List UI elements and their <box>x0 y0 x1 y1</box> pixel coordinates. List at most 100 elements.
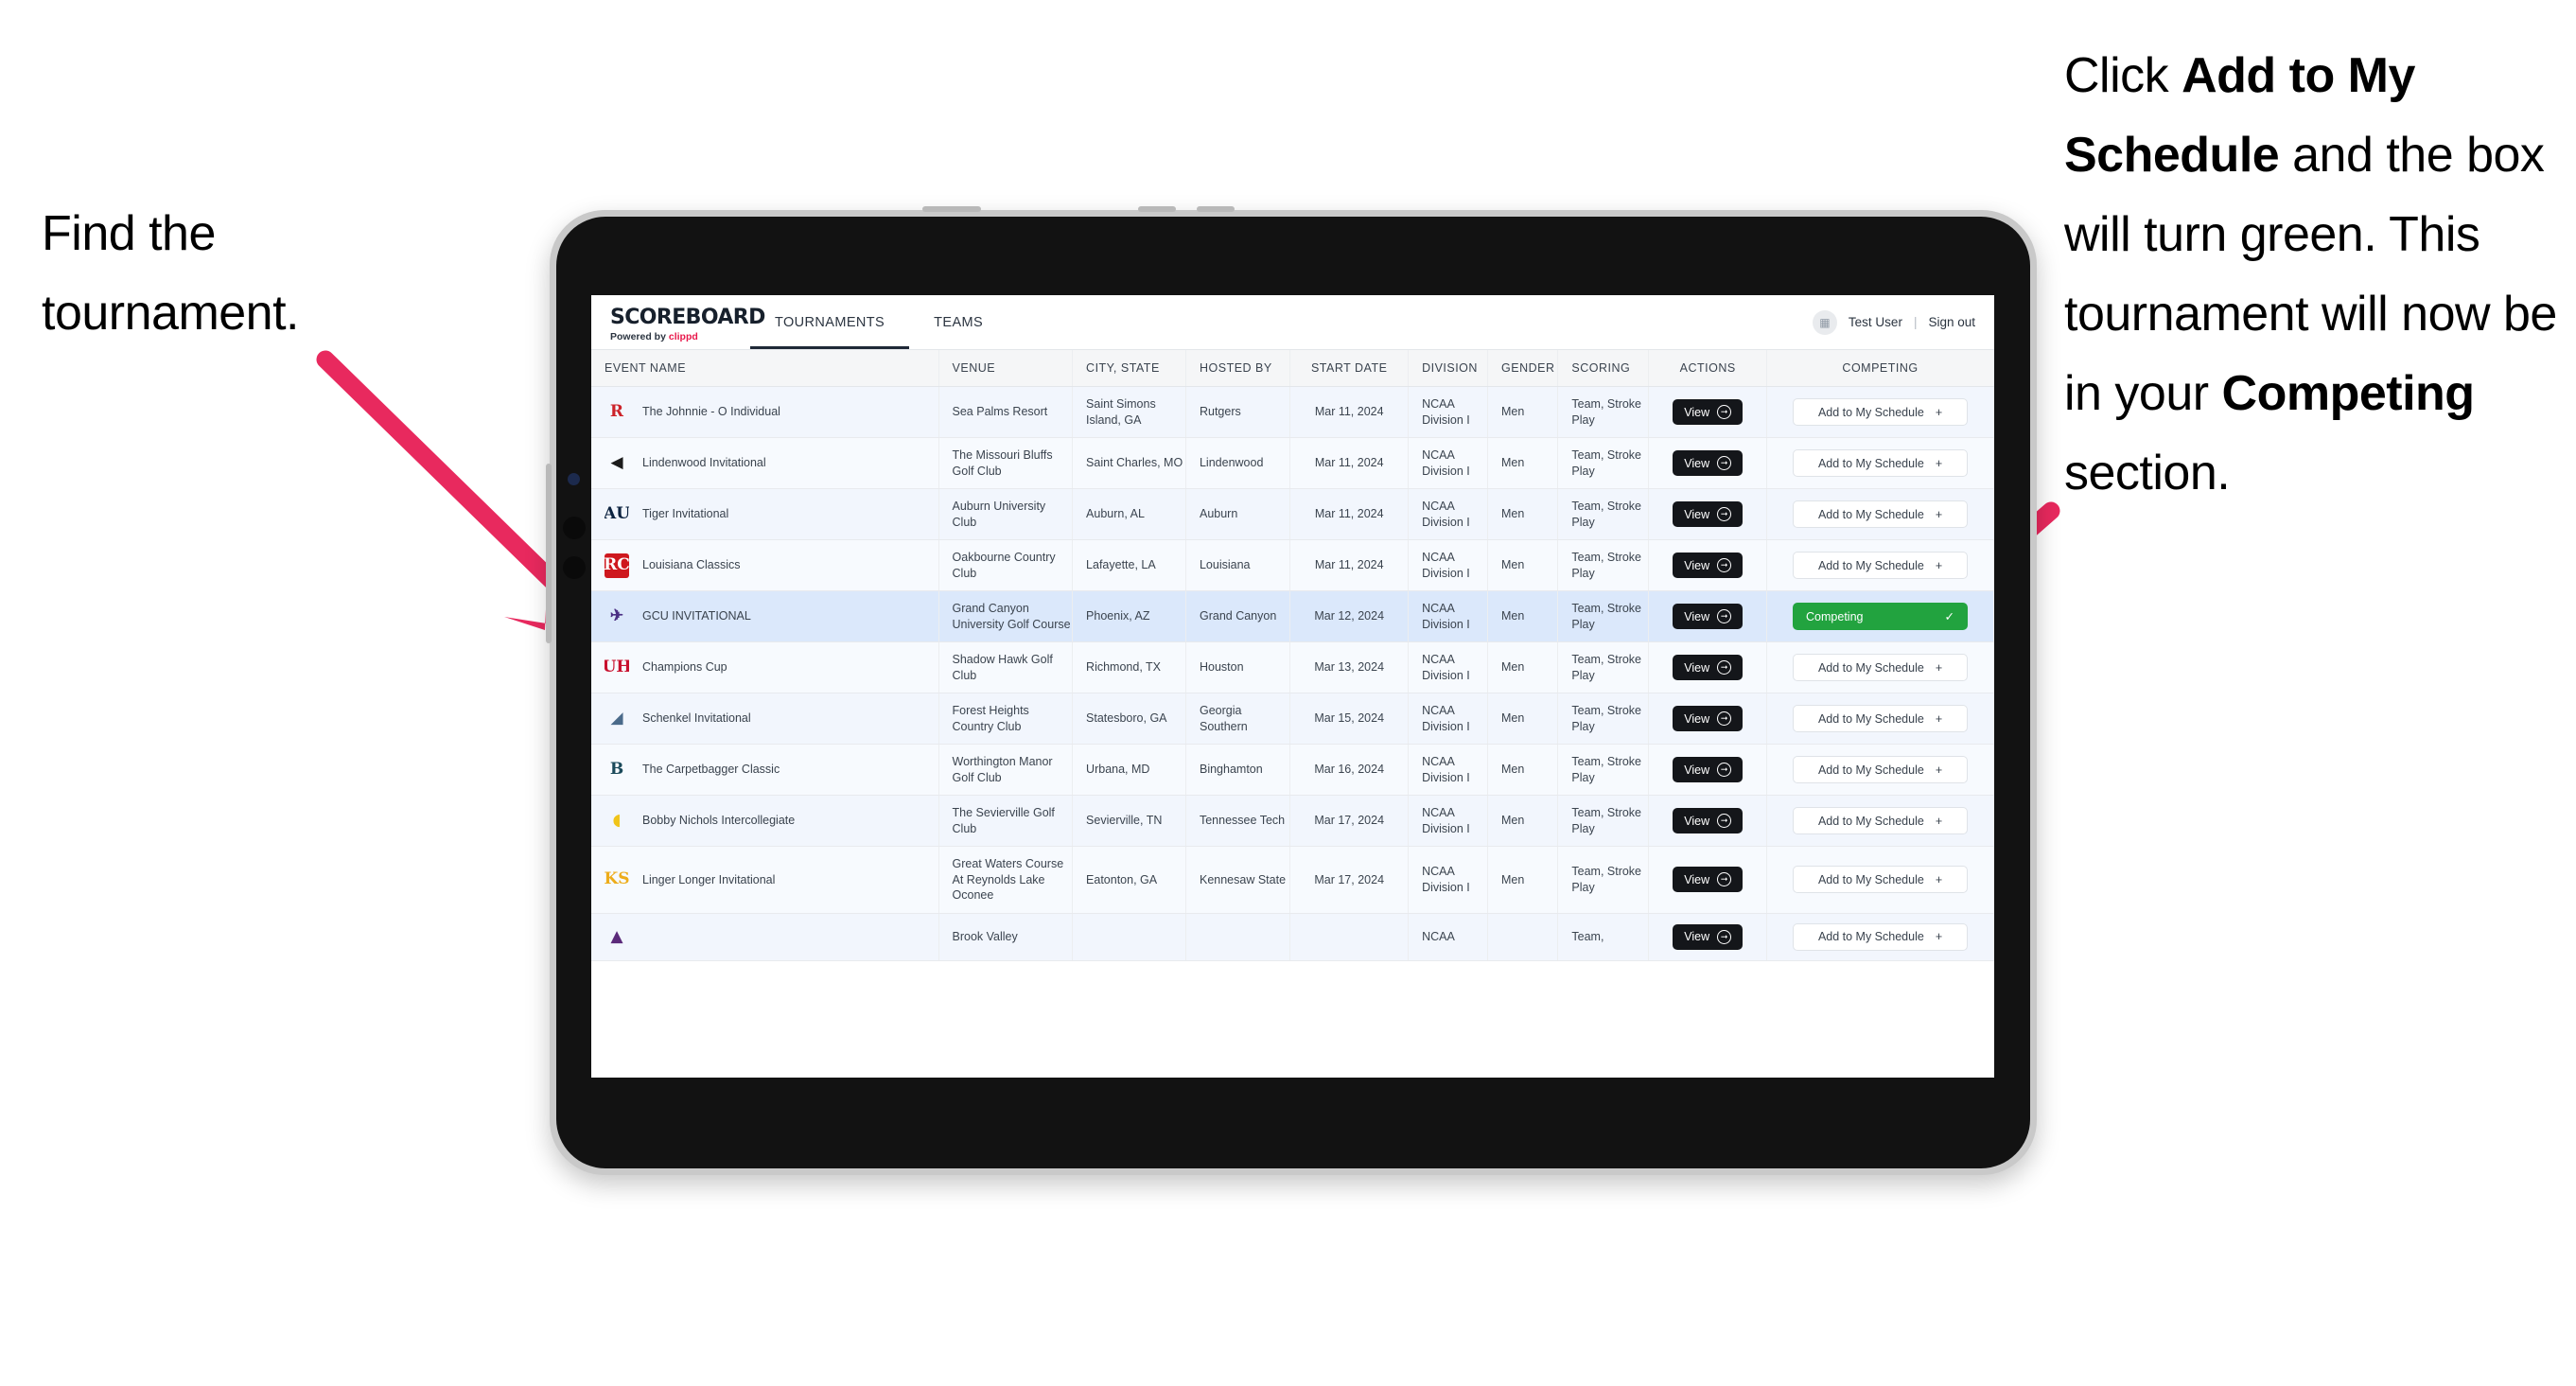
avatar[interactable]: ▦ <box>1812 309 1837 335</box>
power-button[interactable] <box>922 206 981 212</box>
tab-tournaments[interactable]: TOURNAMENTS <box>750 295 909 349</box>
view-button[interactable]: View ➞ <box>1673 867 1744 893</box>
cell-city-state: Sevierville, TN <box>1072 795 1186 847</box>
view-button[interactable]: View ➞ <box>1673 808 1744 833</box>
add-to-my-schedule-button[interactable]: Add to My Schedule + <box>1793 500 1969 528</box>
table-row[interactable]: ◢ Schenkel Invitational Forest Heights Cou… <box>591 693 1994 745</box>
sign-out-link[interactable]: Sign out <box>1928 315 1975 329</box>
add-to-my-schedule-label: Add to My Schedule <box>1817 930 1924 943</box>
view-button-label: View <box>1684 609 1710 623</box>
view-button-label: View <box>1684 405 1710 419</box>
tab-teams[interactable]: TEAMS <box>909 295 1008 349</box>
arrow-right-circle-icon: ➞ <box>1717 763 1732 777</box>
cell-actions: View ➞ <box>1648 913 1768 961</box>
add-to-my-schedule-button[interactable]: Add to My Schedule + <box>1793 807 1969 834</box>
view-button[interactable]: View ➞ <box>1673 553 1744 578</box>
cell-actions: View ➞ <box>1648 488 1768 540</box>
view-button[interactable]: View ➞ <box>1673 450 1744 476</box>
plus-icon: + <box>1935 507 1943 521</box>
view-button[interactable]: View ➞ <box>1673 706 1744 731</box>
col-gender[interactable]: GENDER <box>1487 350 1559 387</box>
cell-actions: View ➞ <box>1648 437 1768 489</box>
event-name-label: Tiger Invitational <box>642 507 729 521</box>
view-button[interactable]: View ➞ <box>1673 655 1744 680</box>
table-row[interactable]: UH Champions Cup Shadow Hawk Golf Club Rich… <box>591 641 1994 693</box>
cell-city-state: Urbana, MD <box>1072 744 1186 796</box>
cell-gender: Men <box>1487 693 1559 745</box>
cell-competing: Add to My Schedule + <box>1766 488 1994 540</box>
sensor-icon <box>563 517 586 539</box>
add-to-my-schedule-button[interactable]: Add to My Schedule + <box>1793 922 1969 951</box>
col-city-state[interactable]: CITY, STATE <box>1072 350 1186 387</box>
team-logo-icon: B <box>609 760 624 779</box>
add-to-my-schedule-label: Add to My Schedule <box>1817 763 1924 777</box>
tab-tournaments-label: TOURNAMENTS <box>775 314 885 330</box>
view-button[interactable]: View ➞ <box>1673 757 1744 782</box>
table-row[interactable]: AU Tiger Invitational Auburn University Cl… <box>591 488 1994 540</box>
table-row[interactable]: RC Louisiana Classics Oakbourne Country Cl… <box>591 539 1994 591</box>
cell-venue: Shadow Hawk Golf Club <box>938 641 1074 693</box>
volume-up-button[interactable] <box>1138 206 1176 212</box>
cell-event-name: B The Carpetbagger Classic <box>591 744 939 796</box>
cell-gender: Men <box>1487 488 1559 540</box>
view-button-label: View <box>1684 456 1710 470</box>
tab-teams-label: TEAMS <box>934 314 984 330</box>
table-row[interactable]: ◀ Lindenwood Invitational The Missouri Blu… <box>591 437 1994 489</box>
user-name[interactable]: Test User <box>1849 315 1902 329</box>
add-to-my-schedule-button[interactable]: Add to My Schedule + <box>1793 552 1969 579</box>
view-button-label: View <box>1684 872 1710 886</box>
add-to-my-schedule-button[interactable]: Add to My Schedule + <box>1793 398 1969 426</box>
app-header: SCOREBOARD Powered by clippd TOURNAMENTS… <box>591 295 1994 350</box>
add-to-my-schedule-button[interactable]: Add to My Schedule + <box>1793 756 1969 783</box>
sensor-icon <box>563 556 586 579</box>
plus-icon: + <box>1935 930 1943 943</box>
col-division[interactable]: DIVISION <box>1408 350 1489 387</box>
cell-competing: Add to My Schedule + <box>1766 641 1994 693</box>
cell-city-state: Richmond, TX <box>1072 641 1186 693</box>
side-button[interactable] <box>546 464 552 643</box>
cell-scoring: Team, Stroke Play <box>1557 590 1650 642</box>
competing-button[interactable]: Competing ✓ <box>1793 603 1969 630</box>
add-to-my-schedule-button[interactable]: Add to My Schedule + <box>1793 705 1969 732</box>
cell-actions: View ➞ <box>1648 641 1768 693</box>
cell-gender: Men <box>1487 795 1559 847</box>
col-hosted-by[interactable]: HOSTED BY <box>1185 350 1291 387</box>
cell-competing: Add to My Schedule + <box>1766 913 1994 961</box>
view-button-label: View <box>1684 558 1710 572</box>
cell-competing: Add to My Schedule + <box>1766 744 1994 796</box>
table-row[interactable]: ◖ Bobby Nichols Intercollegiate The Sevier… <box>591 795 1994 847</box>
cell-actions: View ➞ <box>1648 693 1768 745</box>
volume-down-button[interactable] <box>1197 206 1235 212</box>
cell-venue: Auburn University Club <box>938 488 1074 540</box>
view-button[interactable]: View ➞ <box>1673 399 1744 425</box>
plus-icon: + <box>1935 814 1943 828</box>
cell-actions: View ➞ <box>1648 795 1768 847</box>
table-row[interactable]: R The Johnnie - O Individual Sea Palms Res… <box>591 386 1994 438</box>
add-to-my-schedule-button[interactable]: Add to My Schedule + <box>1793 866 1969 894</box>
team-logo-icon: UH <box>605 658 629 676</box>
event-name-label: GCU INVITATIONAL <box>642 609 751 623</box>
table-row[interactable]: ✈ GCU INVITATIONAL Grand Canyon University… <box>591 590 1994 642</box>
col-event-name[interactable]: EVENT NAME <box>591 350 939 387</box>
cell-division: NCAA Division I <box>1408 539 1489 591</box>
cell-start-date: Mar 16, 2024 <box>1289 744 1410 796</box>
add-to-my-schedule-button[interactable]: Add to My Schedule + <box>1793 654 1969 681</box>
col-start-date[interactable]: START DATE <box>1289 350 1410 387</box>
col-scoring[interactable]: SCORING <box>1557 350 1650 387</box>
brand-subtitle: Powered by clippd <box>610 332 750 342</box>
cell-venue: Grand Canyon University Golf Course <box>938 590 1074 642</box>
table-row[interactable]: B The Carpetbagger Classic Worthington Man… <box>591 744 1994 796</box>
cell-event-name: ◖ Bobby Nichols Intercollegiate <box>591 795 939 847</box>
cell-competing: Add to My Schedule + <box>1766 795 1994 847</box>
col-venue[interactable]: VENUE <box>938 350 1074 387</box>
add-to-my-schedule-button[interactable]: Add to My Schedule + <box>1793 449 1969 477</box>
table-row[interactable]: KS Linger Longer Invitational Great Waters… <box>591 846 1994 914</box>
view-button[interactable]: View ➞ <box>1673 501 1744 527</box>
cell-competing: Add to My Schedule + <box>1766 693 1994 745</box>
table-row[interactable]: ▲ Brook Valley NCAA Team, View ➞ Add to My Sch… <box>591 913 1994 961</box>
cell-gender: Men <box>1487 386 1559 438</box>
table-body: R The Johnnie - O Individual Sea Palms Res… <box>591 386 1994 961</box>
check-icon: ✓ <box>1944 610 1955 623</box>
view-button[interactable]: View ➞ <box>1673 923 1744 950</box>
view-button[interactable]: View ➞ <box>1673 604 1744 629</box>
